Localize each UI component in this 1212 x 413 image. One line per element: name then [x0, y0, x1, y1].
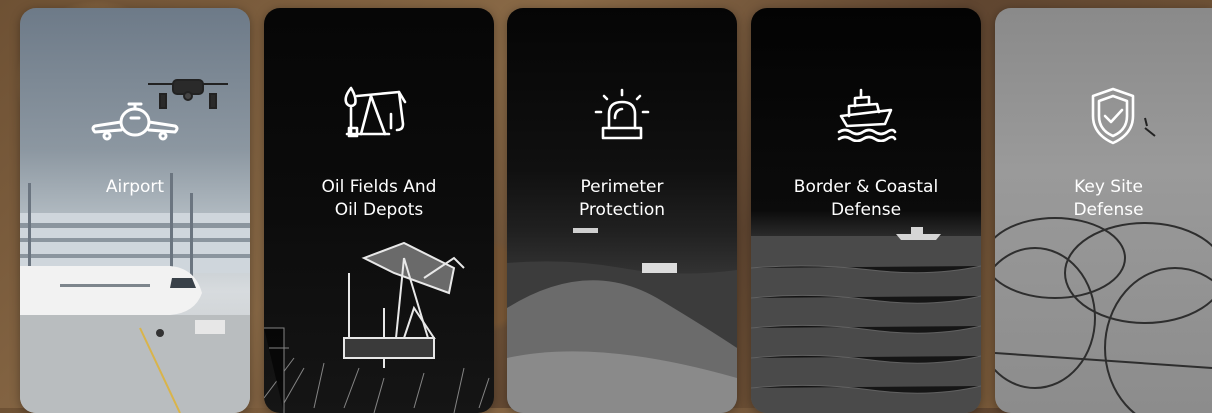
airport-scene-image: [20, 173, 250, 413]
card-airport[interactable]: Airport: [20, 8, 250, 413]
alarm-beacon-icon: [594, 88, 650, 140]
card-title: Oil Fields And Oil Depots: [321, 177, 437, 220]
card-border-coastal-defense[interactable]: Border & Coastal Defense: [751, 8, 981, 413]
airplane-outline-icon: [91, 102, 179, 141]
card-oil-fields[interactable]: Oil Fields And Oil Depots: [264, 8, 494, 413]
card-title: Airport: [105, 177, 165, 197]
ship-icon: [837, 88, 897, 142]
card-key-site-defense[interactable]: Key Site Defense: [995, 8, 1212, 413]
oil-pump-icon: [344, 86, 407, 138]
shield-check-icon: [1091, 87, 1135, 145]
card-title: Border & Coastal Defense: [793, 177, 939, 220]
card-title: Perimeter Protection: [578, 177, 665, 220]
card-title: Key Site Defense: [1073, 177, 1144, 220]
card-perimeter-protection[interactable]: Perimeter Protection: [507, 8, 737, 413]
